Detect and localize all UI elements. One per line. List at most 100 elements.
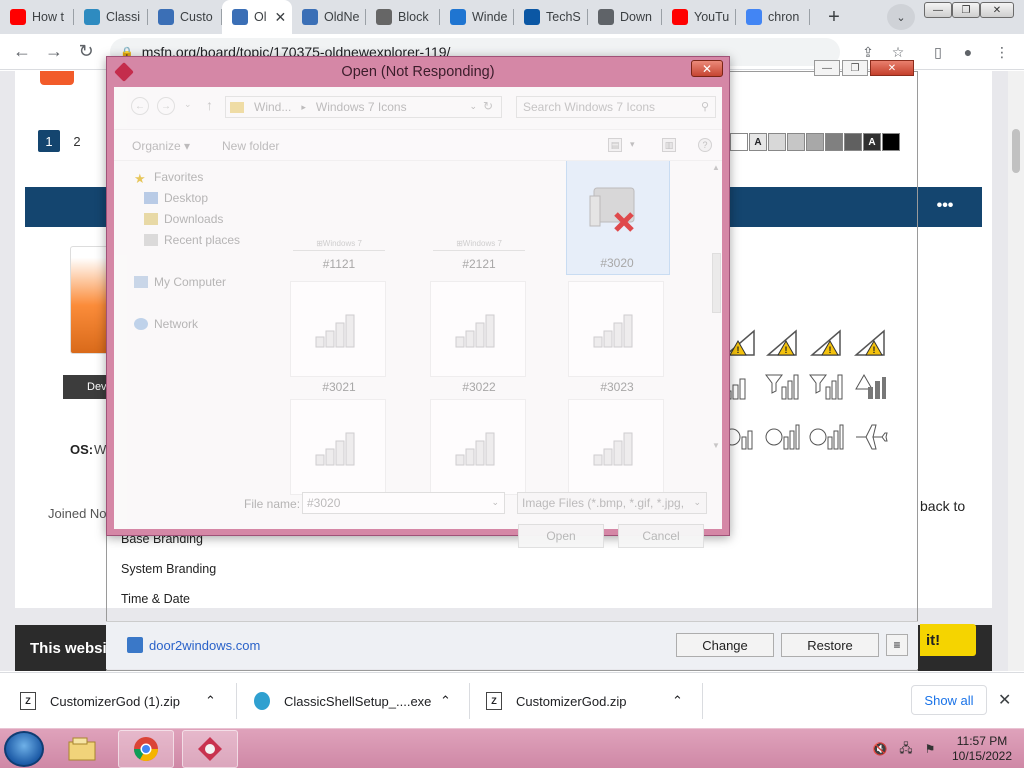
back-to-link[interactable]: back to [920, 498, 965, 514]
pagination-page-1[interactable]: 1 [38, 130, 60, 152]
customizer-item-time-date[interactable]: Time & Date [121, 592, 190, 606]
swatch[interactable]: A [749, 133, 767, 151]
nav-favorites[interactable]: ★ Favorites [134, 170, 203, 186]
customizer-minimize-button[interactable]: — [814, 60, 840, 76]
close-window-button[interactable]: ✕ [980, 2, 1014, 18]
dialog-address-bar[interactable]: Wind... ▸ Windows 7 Icons ⌄ [225, 96, 502, 118]
tab-search-button[interactable]: ⌄ [887, 4, 915, 30]
swatch[interactable] [730, 133, 748, 151]
preview-pane-icon[interactable]: ▥ [662, 138, 676, 152]
customizer-close-button[interactable]: ✕ [870, 60, 914, 76]
customizer-item-system-branding[interactable]: System Branding [121, 562, 216, 576]
swatch[interactable] [806, 133, 824, 151]
chevron-down-icon[interactable]: ⌄ [469, 101, 477, 112]
chrome-taskbar-icon[interactable] [118, 730, 174, 768]
change-button[interactable]: Change [676, 633, 774, 657]
browser-tab[interactable]: Down [588, 0, 662, 34]
download-chevron-icon[interactable]: ⌃ [205, 673, 216, 729]
page-scrollbar-thumb[interactable] [1012, 129, 1020, 173]
organize-button[interactable]: Organize ▾ [132, 139, 190, 153]
recent-locations-icon[interactable]: ⌄ [184, 99, 192, 110]
page-scrollbar[interactable] [1008, 71, 1024, 671]
download-item[interactable]: ClassicShellSetup_....exe [254, 673, 431, 729]
breadcrumb-parent[interactable]: Wind... [254, 100, 291, 114]
nav-desktop[interactable]: Desktop [144, 191, 208, 205]
dialog-back-button[interactable]: ← [131, 97, 149, 115]
swatch[interactable] [882, 133, 900, 151]
file-item[interactable]: #3021 [289, 281, 389, 399]
swatch[interactable] [787, 133, 805, 151]
dialog-search-input[interactable]: Search Windows 7 Icons ⚲ [516, 96, 716, 118]
tab-close-icon[interactable]: ✕ [275, 9, 287, 26]
file-grid-scrollbar[interactable]: ▲ ▼ [711, 161, 722, 499]
show-all-button[interactable]: Show all [911, 685, 987, 715]
close-icon[interactable]: ✕ [998, 690, 1011, 710]
browser-tab[interactable]: Custo [148, 0, 222, 34]
nav-downloads[interactable]: Downloads [144, 212, 223, 226]
nav-network[interactable]: Network [134, 317, 198, 331]
swatch[interactable] [825, 133, 843, 151]
browser-tab[interactable]: How t [0, 0, 74, 34]
swatch[interactable] [844, 133, 862, 151]
start-button[interactable] [4, 731, 44, 767]
browser-tab[interactable]: Classi [74, 0, 148, 34]
browser-tab[interactable]: YouTu [662, 0, 736, 34]
customizer-maximize-button[interactable]: ❐ [842, 60, 868, 76]
swatch[interactable]: A [863, 133, 881, 151]
signal-globe-icon[interactable] [764, 421, 800, 453]
scrollbar-thumb[interactable] [712, 253, 721, 313]
signal-warning-icon[interactable]: ! [764, 327, 800, 359]
file-type-select[interactable]: Image Files (*.bmp, *.gif, *.jpg, ⌄ [517, 492, 707, 514]
swatch[interactable] [768, 133, 786, 151]
customizer-menu-button[interactable]: ≡ [886, 634, 908, 656]
view-options-icon[interactable]: ▤ [608, 138, 622, 152]
download-item[interactable]: Z CustomizerGod.zip [486, 673, 627, 729]
signal-warning-icon[interactable]: ! [808, 327, 844, 359]
scroll-up-icon[interactable]: ▲ [712, 163, 720, 172]
up-folder-icon[interactable]: ↑ [206, 97, 213, 113]
file-item[interactable]: ⊞Windows 7 #2121 [429, 161, 529, 271]
scroll-down-icon[interactable]: ▼ [712, 441, 720, 450]
file-item[interactable]: #3022 [429, 281, 529, 399]
cancel-button[interactable]: Cancel [618, 524, 704, 548]
signal-filter-icon[interactable] [808, 371, 844, 403]
file-item[interactable]: ⊞Windows 7 #1121 [289, 161, 389, 271]
maximize-button[interactable]: ❐ [952, 2, 980, 18]
breadcrumb-current[interactable]: Windows 7 Icons [316, 100, 407, 114]
download-chevron-icon[interactable]: ⌃ [672, 673, 683, 729]
nav-my-computer[interactable]: My Computer [134, 275, 226, 289]
signal-globe-icon[interactable] [808, 421, 844, 453]
dialog-close-button[interactable]: ✕ [691, 60, 723, 77]
file-explorer-taskbar-icon[interactable] [54, 730, 110, 768]
file-item[interactable] [429, 399, 529, 499]
nav-recent-places[interactable]: Recent places [144, 233, 240, 247]
help-icon[interactable]: ? [698, 138, 712, 152]
minimize-button[interactable]: — [924, 2, 952, 18]
open-button[interactable]: Open [518, 524, 604, 548]
chevron-down-icon[interactable]: ⌄ [693, 497, 701, 508]
signal-warning-icon[interactable]: ! [852, 327, 888, 359]
door2windows-link[interactable]: door2windows.com [127, 637, 260, 653]
dialog-forward-button[interactable]: → [157, 97, 175, 115]
new-tab-button[interactable]: + [820, 3, 848, 31]
pagination-page-2[interactable]: 2 [66, 130, 88, 152]
download-item[interactable]: Z CustomizerGod (1).zip [20, 673, 180, 729]
signal-filter-icon[interactable] [764, 371, 800, 403]
file-item[interactable] [567, 399, 667, 499]
action-center-icon[interactable]: ⚑ [922, 741, 938, 757]
new-folder-button[interactable]: New folder [222, 139, 279, 153]
volume-muted-icon[interactable]: 🔇 [872, 741, 888, 757]
side-panel-icon[interactable]: ▯ [926, 40, 950, 64]
view-chevron-down-icon[interactable]: ▾ [630, 139, 635, 150]
cookie-accept-button[interactable]: it! [920, 624, 976, 656]
back-button[interactable]: ← [6, 36, 38, 68]
network-icon[interactable]: 🖧 [898, 741, 914, 757]
file-item[interactable] [289, 399, 389, 499]
restore-button[interactable]: Restore [781, 633, 879, 657]
file-item-selected[interactable]: #3020 [566, 161, 670, 275]
browser-tab[interactable]: OldNe [292, 0, 366, 34]
chevron-down-icon[interactable]: ⌄ [491, 497, 499, 508]
profile-avatar[interactable]: ● [956, 40, 980, 64]
signal-triangle-icon[interactable] [852, 371, 888, 403]
airplane-mode-icon[interactable] [852, 421, 888, 453]
